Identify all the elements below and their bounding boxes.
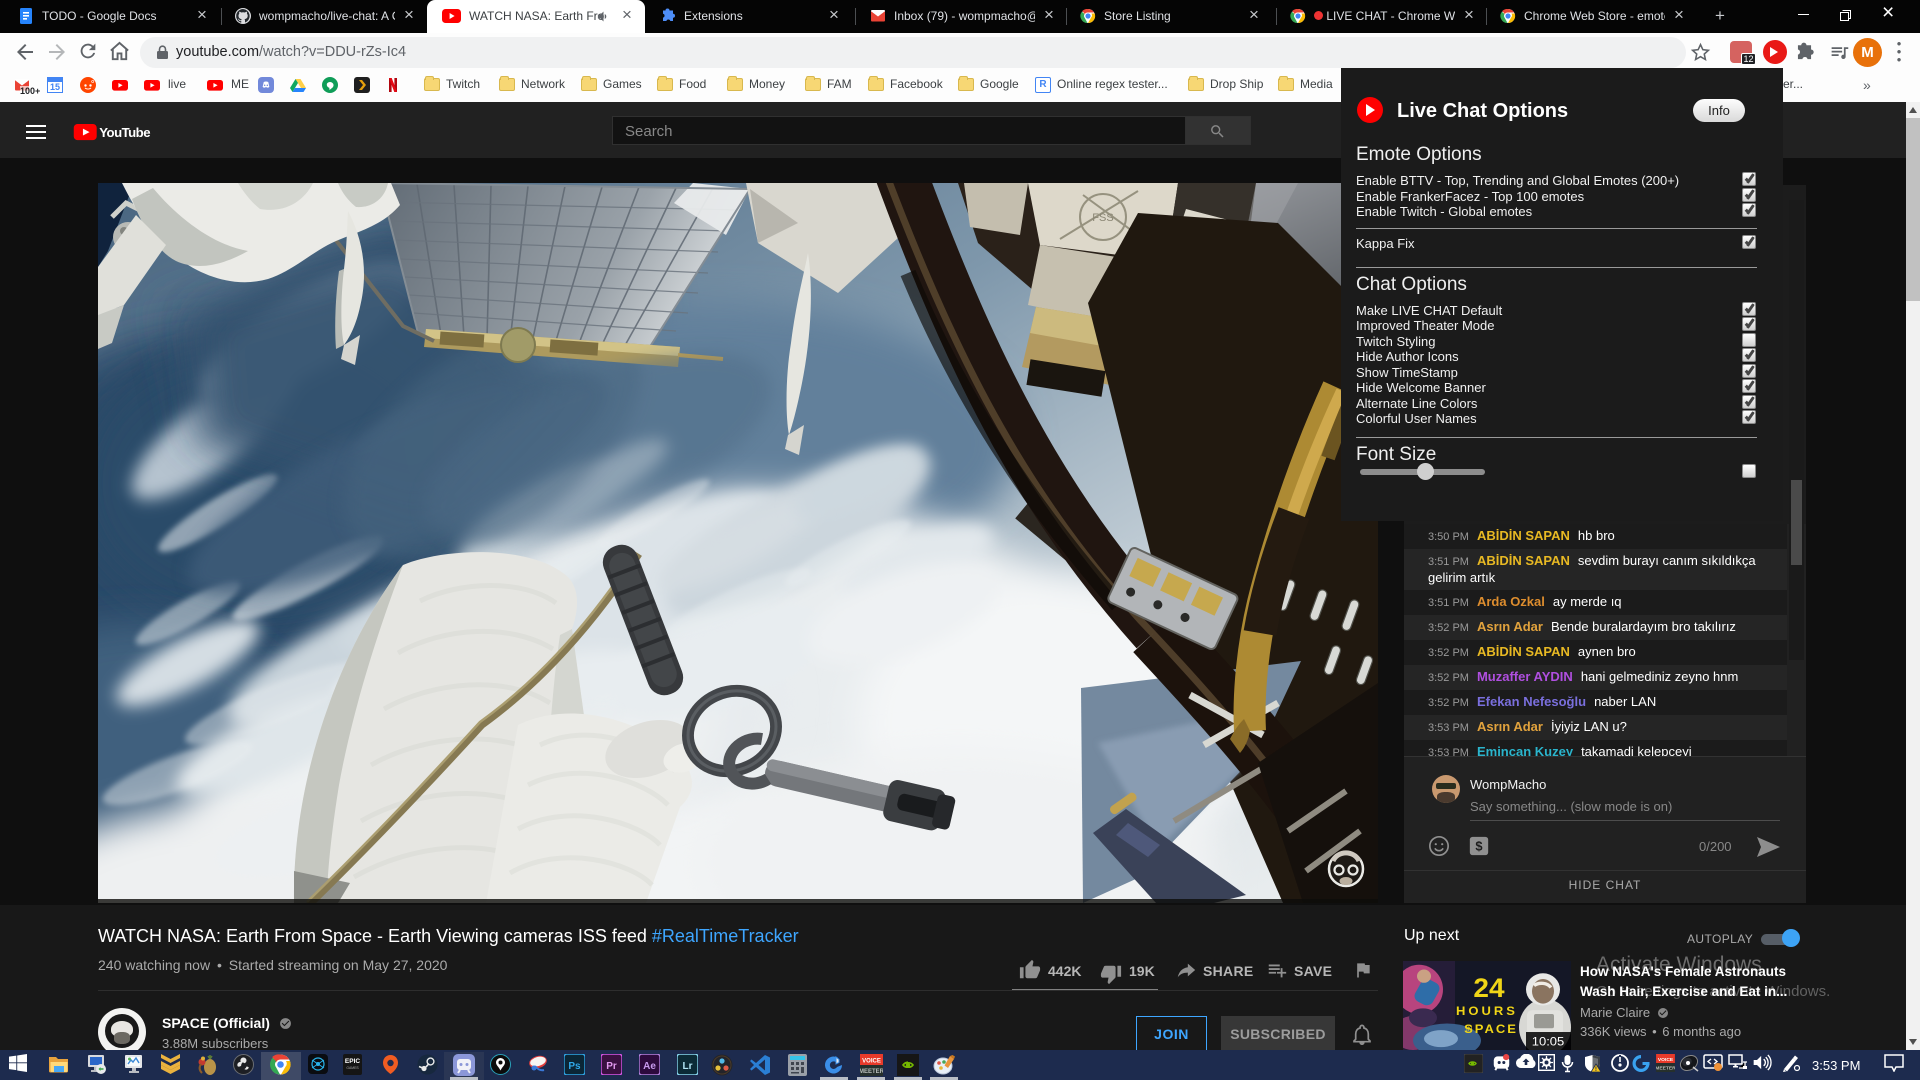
svg-text:YouTube: YouTube [99, 125, 150, 140]
svg-text:$: $ [1475, 839, 1482, 854]
svg-text:Pr: Pr [606, 1061, 617, 1072]
svg-text:Ps: Ps [568, 1061, 581, 1072]
svg-text:10:05: 10:05 [1532, 1035, 1564, 1049]
svg-text:24: 24 [1473, 973, 1505, 1003]
svg-text:!: ! [1595, 1066, 1597, 1073]
svg-text:EPIC: EPIC [345, 1058, 360, 1065]
svg-text:VOICE: VOICE [862, 1059, 881, 1065]
svg-text:MEETER: MEETER [860, 1069, 883, 1075]
svg-text:MEETER: MEETER [1656, 1066, 1675, 1072]
svg-text:GAMES: GAMES [346, 1066, 359, 1070]
svg-text:HOURS: HOURS [1456, 1004, 1518, 1018]
svg-text:FSS: FSS [1092, 212, 1113, 224]
svg-text:IN: IN [1466, 1026, 1473, 1033]
svg-text:Lr: Lr [683, 1061, 693, 1072]
svg-text:Ae: Ae [643, 1061, 656, 1072]
svg-text:VOICE: VOICE [1658, 1057, 1674, 1063]
